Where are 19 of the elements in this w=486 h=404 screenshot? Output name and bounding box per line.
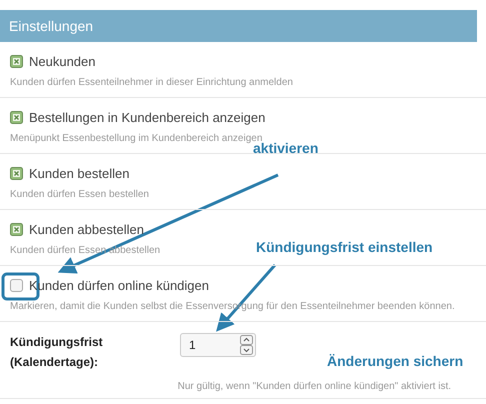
checked-checkbox[interactable] [10,166,23,180]
spinner-icon[interactable] [240,335,253,355]
setting-description: Kunden dürfen Essenteilnehmer in dieser Einrichtung anmelden [10,77,293,88]
callout-text: Kündigungsfrist einstellen [256,239,433,255]
setting-label: Bestellungen in Kundenbereich anzeigen [29,110,266,124]
setting-label: Kunden bestellen [29,166,130,180]
field-hint: Nur gültig, wenn "Kunden dürfen online kündigen" aktiviert ist. [178,381,451,394]
setting-description: Kunden dürfen Essen bestellen [10,189,149,200]
setting-label: Kunden abbestellen [29,222,144,236]
number-field[interactable]: 1 [180,333,256,357]
callout-text: Änderungen sichern [327,353,464,369]
field-label: Kündigungsfrist (Kalendertage): [10,334,104,371]
panel-header: Einstellungen [0,10,477,42]
checked-checkbox[interactable] [10,110,23,124]
checked-checkbox[interactable] [10,222,23,236]
checked-checkbox[interactable] [10,54,23,68]
checkbox[interactable] [10,278,23,292]
setting-label: Neukunden [29,54,96,68]
setting-description: Kunden dürfen Essen abbestellen [10,245,160,256]
